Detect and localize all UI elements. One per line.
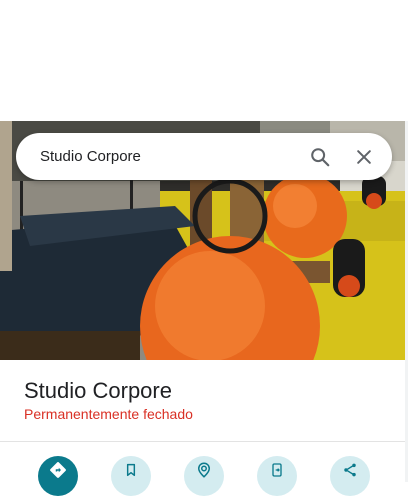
bookmark-icon xyxy=(126,463,136,477)
search-input[interactable]: Studio Corpore xyxy=(40,148,304,165)
directions-button[interactable] xyxy=(38,456,78,496)
action-buttons-row xyxy=(0,456,408,496)
save-button[interactable] xyxy=(111,456,151,496)
share-icon xyxy=(344,463,356,477)
nearby-button[interactable] xyxy=(184,456,224,496)
divider xyxy=(0,441,405,442)
send-to-phone-icon xyxy=(272,463,282,477)
search-bar[interactable]: Studio Corpore xyxy=(16,133,392,180)
place-status: Permanentemente fechado xyxy=(24,406,193,422)
place-title: Studio Corpore xyxy=(24,378,172,403)
share-button[interactable] xyxy=(330,456,370,496)
close-icon[interactable] xyxy=(348,141,380,173)
send-to-phone-button[interactable] xyxy=(257,456,297,496)
search-icon[interactable] xyxy=(304,141,336,173)
nearby-icon xyxy=(197,462,211,478)
page-top-blank xyxy=(0,0,408,121)
directions-icon xyxy=(50,462,66,478)
